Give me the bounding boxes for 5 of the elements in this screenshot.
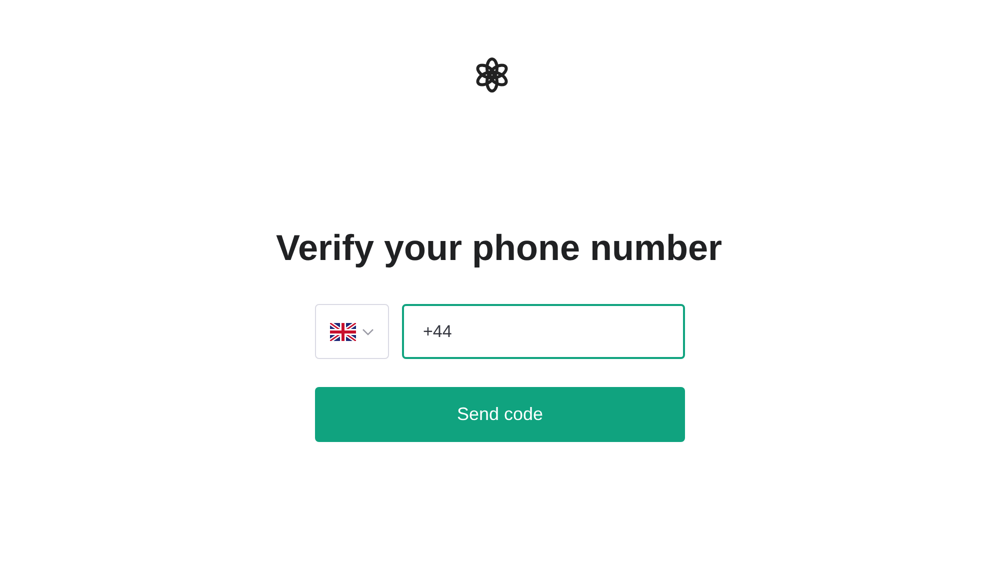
flag-icon (330, 322, 356, 340)
phone-input-field[interactable]: +44 (402, 304, 685, 359)
caret-icon (362, 328, 374, 336)
country-select[interactable] (315, 304, 389, 359)
page-heading: Verify your phone number (276, 226, 722, 270)
